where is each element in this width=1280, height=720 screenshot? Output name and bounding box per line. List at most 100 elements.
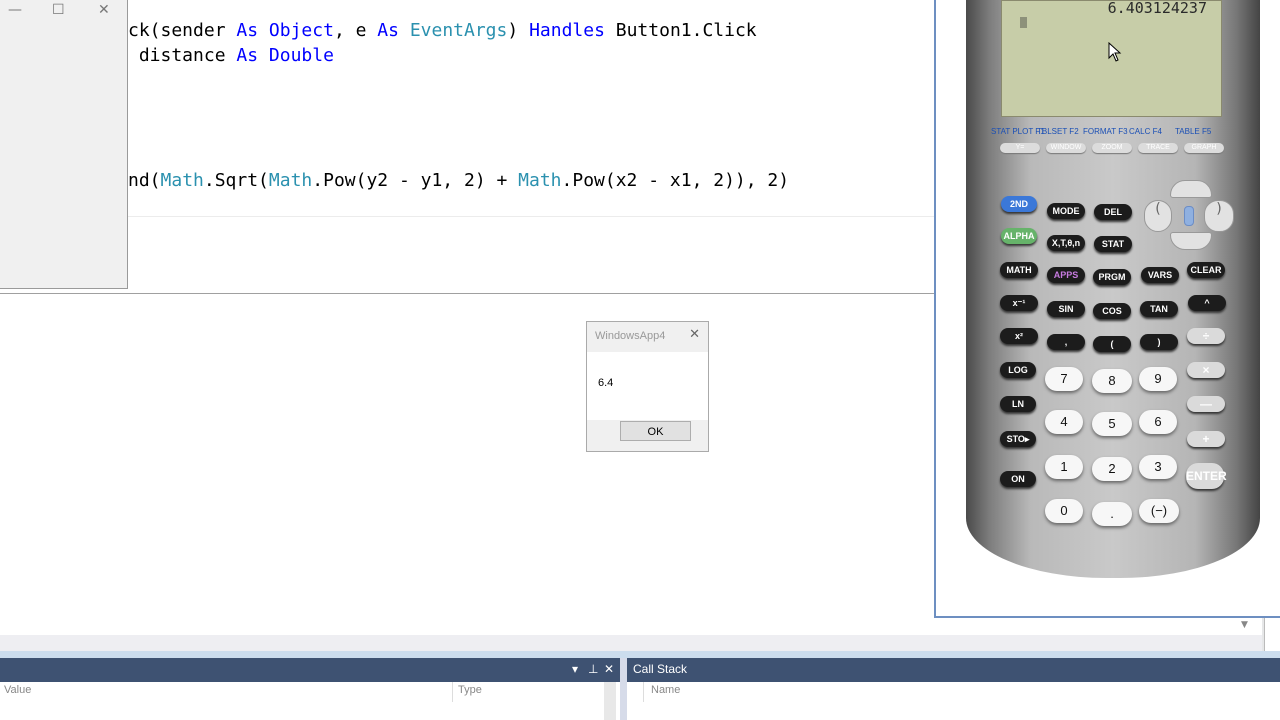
code-editor[interactable]: ck(sender As Object, e As EventArgs) Han… [0, 0, 934, 294]
code-token: Math [268, 170, 313, 191]
key-alpha[interactable]: ALPHA [1001, 228, 1037, 244]
arrow-right-button[interactable]: ) [1204, 200, 1234, 232]
key-cos[interactable]: COS [1093, 303, 1131, 319]
key-log[interactable]: LOG [1000, 362, 1036, 378]
key-xsq[interactable]: x² [1000, 328, 1038, 344]
key-k6[interactable]: 6 [1139, 410, 1177, 434]
dropdown-icon[interactable]: ▾ [572, 662, 578, 676]
code-token: EventArgs [409, 20, 508, 41]
key-xinv[interactable]: x⁻¹ [1000, 295, 1038, 311]
code-token: .Pow(x2 - x1, 2)), 2) [561, 170, 790, 191]
maximize-button[interactable]: ☐ [52, 2, 65, 18]
key-apps[interactable]: APPS [1047, 267, 1085, 283]
code-token: .Sqrt( [203, 170, 269, 191]
key-del[interactable]: DEL [1094, 204, 1132, 220]
key-k8[interactable]: 8 [1092, 369, 1132, 393]
key-sub[interactable]: — [1187, 396, 1225, 412]
function-label-2: TBLSET F2 [1037, 127, 1079, 136]
code-token: distance [128, 45, 237, 66]
close-button[interactable]: ✕ [98, 2, 110, 18]
message-text: 6.4 [598, 377, 614, 389]
key-k0[interactable]: 0 [1045, 499, 1083, 523]
code-token: ck(sender [128, 20, 237, 41]
key-k5[interactable]: 5 [1092, 412, 1132, 436]
key-2nd[interactable]: 2ND [1001, 196, 1037, 212]
key-xt[interactable]: X,T,θ,n [1047, 235, 1085, 251]
scroll-down-icon[interactable]: ▼ [1241, 620, 1248, 630]
key-div[interactable]: ÷ [1187, 328, 1225, 344]
key-enter[interactable]: ENTER [1186, 463, 1227, 489]
code-token: Button1.Click [604, 20, 757, 41]
key-neg[interactable]: (−) [1139, 499, 1179, 523]
arrow-down-button[interactable] [1170, 232, 1212, 250]
key-k9[interactable]: 9 [1139, 367, 1177, 391]
key-stat[interactable]: STAT [1094, 236, 1132, 252]
code-token: , e [333, 20, 378, 41]
message-box-body: 6.4 [587, 352, 708, 420]
locals-pane: Value Type [0, 682, 620, 720]
editor-border [0, 293, 934, 294]
key-dot[interactable]: . [1092, 502, 1132, 526]
key-comma[interactable]: , [1047, 334, 1085, 350]
code-line-2[interactable]: distance As Double [128, 45, 334, 66]
current-line-separator [128, 216, 934, 217]
key-k7[interactable]: 7 [1045, 367, 1083, 391]
minimize-button[interactable]: — [8, 2, 22, 18]
close-icon[interactable]: ✕ [604, 662, 614, 676]
function-key-1[interactable]: Y= [1000, 143, 1040, 153]
key-k1[interactable]: 1 [1045, 455, 1083, 479]
key-ln[interactable]: LN [1000, 396, 1036, 412]
type-column-header[interactable]: Type [458, 684, 482, 696]
key-clear[interactable]: CLEAR [1187, 262, 1225, 278]
function-label-3: FORMAT F3 [1083, 127, 1128, 136]
code-token: Math [160, 170, 204, 191]
display-cursor [1020, 17, 1027, 28]
key-vars[interactable]: VARS [1141, 267, 1179, 283]
pin-icon[interactable]: ⊥ [588, 662, 598, 676]
code-line-3[interactable]: nd(Math.Sqrt(Math.Pow(y2 - y1, 2) + Math… [128, 170, 789, 191]
function-key-4[interactable]: TRACE [1138, 143, 1178, 153]
code-token: As [236, 45, 259, 66]
name-column-header[interactable]: Name [651, 684, 680, 696]
value-column-header[interactable]: Value [4, 684, 31, 696]
key-k2[interactable]: 2 [1092, 457, 1132, 481]
key-sto[interactable]: STO▸ [1000, 431, 1036, 447]
key-mode[interactable]: MODE [1047, 203, 1085, 219]
function-label-5: TABLE F5 [1175, 127, 1212, 136]
horizontal-scrollbar[interactable]: ▼ [0, 618, 1262, 635]
key-on[interactable]: ON [1000, 471, 1036, 487]
message-box-close-button[interactable]: ✕ [689, 327, 700, 342]
function-key-2[interactable]: WINDOW [1046, 143, 1086, 153]
message-box: WindowsApp4 ✕ 6.4 OK [586, 321, 709, 452]
key-prgm[interactable]: PRGM [1093, 269, 1131, 285]
key-pow[interactable]: ^ [1188, 295, 1226, 311]
code-line-1[interactable]: ck(sender As Object, e As EventArgs) Han… [128, 20, 757, 41]
key-k4[interactable]: 4 [1045, 410, 1083, 434]
key-rpar[interactable]: ) [1140, 334, 1178, 350]
locals-pane-header: ▾ ⊥ ✕ [0, 658, 620, 682]
key-math[interactable]: MATH [1000, 262, 1038, 278]
key-sin[interactable]: SIN [1047, 301, 1085, 317]
vertical-scrollbar[interactable] [604, 682, 616, 720]
code-token: nd( [128, 170, 161, 191]
form-window[interactable]: — ☐ ✕ [0, 0, 128, 289]
arrow-up-button[interactable] [1170, 180, 1212, 198]
key-mul[interactable]: × [1187, 362, 1225, 378]
pane-divider[interactable] [620, 658, 627, 720]
ok-button[interactable]: OK [620, 421, 691, 441]
code-token: ) [507, 20, 530, 41]
function-key-5[interactable]: GRAPH [1184, 143, 1224, 153]
key-tan[interactable]: TAN [1140, 301, 1178, 317]
callstack-title[interactable]: Call Stack [633, 662, 687, 676]
message-box-title: WindowsApp4 [595, 330, 666, 342]
key-lpar[interactable]: ( [1093, 336, 1131, 352]
function-key-3[interactable]: ZOOM [1092, 143, 1132, 153]
key-k3[interactable]: 3 [1139, 455, 1177, 479]
arrow-left-button[interactable]: ( [1144, 200, 1172, 232]
panel-splitter[interactable] [0, 651, 1280, 658]
code-token: As [377, 20, 399, 41]
key-add[interactable]: + [1187, 431, 1225, 447]
